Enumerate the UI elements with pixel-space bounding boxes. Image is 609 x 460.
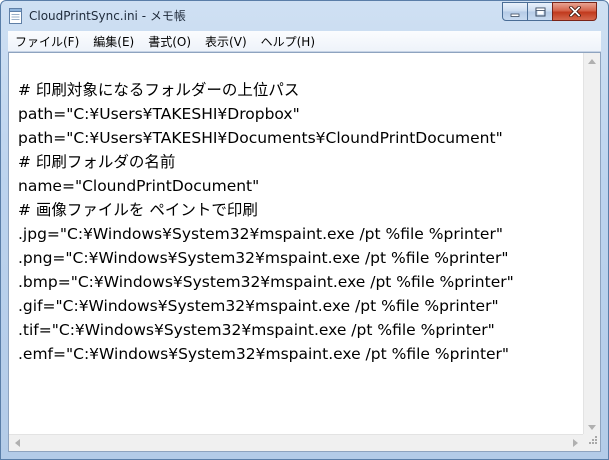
notepad-window: CloudPrintSync.ini - メモ帳 ファイル(F) 編集(E) 書…: [0, 0, 609, 460]
text-line: path="C:¥Users¥TAKESHI¥Dropbox": [18, 105, 300, 123]
horizontal-scrollbar[interactable]: [9, 434, 583, 451]
title-bar[interactable]: CloudPrintSync.ini - メモ帳: [1, 1, 608, 31]
text-line: .png="C:¥Windows¥System32¥mspaint.exe /p…: [18, 249, 509, 267]
resize-grip-icon[interactable]: [587, 430, 598, 449]
text-content[interactable]: # 印刷対象になるフォルダーの上位パス path="C:¥Users¥TAKES…: [9, 53, 583, 435]
text-line: .emf="C:¥Windows¥System32¥mspaint.exe /p…: [18, 345, 510, 363]
menu-help[interactable]: ヘルプ(H): [254, 33, 322, 50]
vertical-scrollbar[interactable]: [583, 53, 600, 435]
maximize-button[interactable]: [527, 2, 553, 21]
text-line: .bmp="C:¥Windows¥System32¥mspaint.exe /p…: [18, 273, 514, 291]
close-icon: [568, 2, 581, 21]
text-editor[interactable]: # 印刷対象になるフォルダーの上位パス path="C:¥Users¥TAKES…: [8, 52, 601, 452]
text-line: # 画像ファイルを ペイントで印刷: [18, 201, 258, 219]
text-line: path="C:¥Users¥TAKESHI¥Documents¥CloundP…: [18, 129, 503, 147]
minimize-button[interactable]: [502, 2, 528, 21]
scroll-left-icon[interactable]: [9, 435, 25, 451]
text-line: name="CloundPrintDocument": [18, 177, 260, 195]
menu-format[interactable]: 書式(O): [141, 33, 198, 50]
menu-bar: ファイル(F) 編集(E) 書式(O) 表示(V) ヘルプ(H): [8, 31, 601, 52]
text-line: .gif="C:¥Windows¥System32¥mspaint.exe /p…: [18, 297, 499, 315]
scroll-up-icon[interactable]: [584, 53, 600, 69]
menu-file[interactable]: ファイル(F): [8, 33, 86, 50]
text-line: # 印刷フォルダの名前: [18, 153, 176, 171]
menu-edit[interactable]: 編集(E): [86, 33, 141, 50]
window-title: CloudPrintSync.ini - メモ帳: [29, 9, 186, 23]
resize-corner[interactable]: [583, 434, 600, 451]
text-line: .jpg="C:¥Windows¥System32¥mspaint.exe /p…: [18, 225, 503, 243]
notepad-icon[interactable]: [9, 8, 22, 24]
minimize-icon: [510, 2, 520, 21]
maximize-icon: [535, 2, 546, 21]
close-button[interactable]: [552, 2, 597, 21]
menu-view[interactable]: 表示(V): [198, 33, 254, 50]
text-line: # 印刷対象になるフォルダーの上位パス: [18, 81, 300, 99]
scroll-right-icon[interactable]: [567, 435, 583, 451]
text-line: .tif="C:¥Windows¥System32¥mspaint.exe /p…: [18, 321, 495, 339]
